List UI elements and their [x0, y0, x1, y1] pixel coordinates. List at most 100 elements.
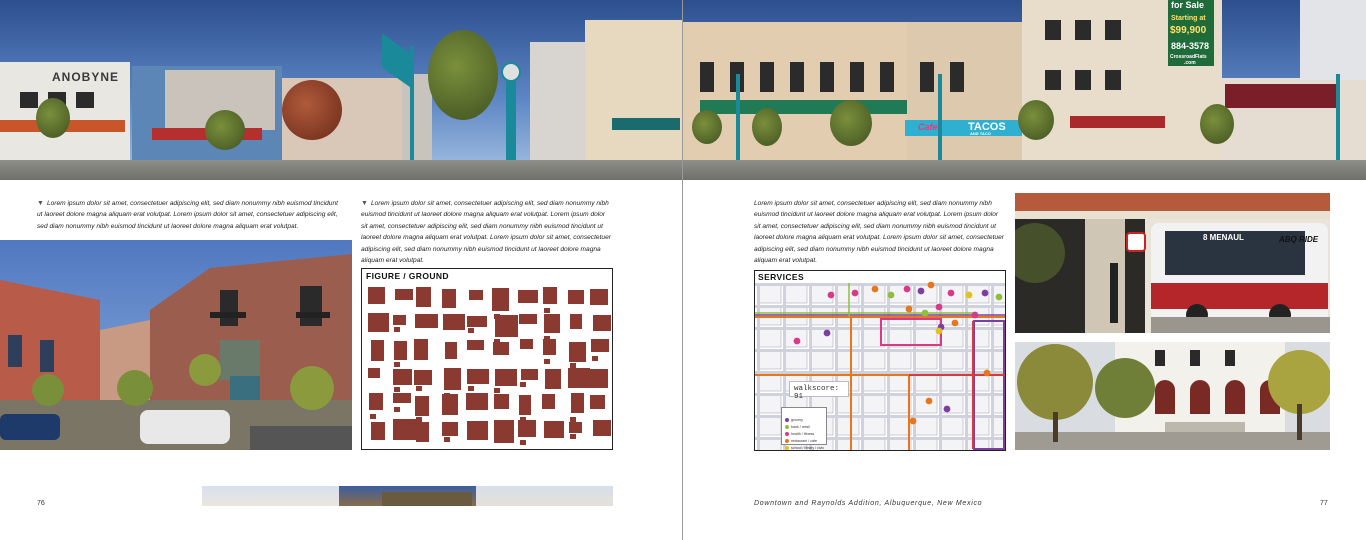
service-dot — [887, 291, 895, 299]
building-footprint — [494, 388, 500, 393]
tan-theatre-building — [682, 22, 907, 162]
city-block — [966, 350, 990, 370]
building-footprint — [593, 420, 611, 436]
building-footprint — [468, 386, 474, 391]
building-footprint — [394, 341, 407, 360]
building-footprint — [520, 382, 526, 387]
building-footprint — [568, 368, 590, 388]
service-dot — [851, 289, 859, 297]
figure-ground-map: FIGURE / GROUND — [361, 268, 613, 450]
building-footprint — [394, 387, 400, 392]
street — [757, 283, 760, 450]
building-footprint — [444, 368, 461, 390]
courtyard-apartments-photo — [0, 240, 352, 450]
building-footprint — [444, 437, 450, 442]
building-footprint — [467, 340, 484, 350]
left-paragraph-1: ▼ Lorem ipsum dolor sit amet, consectetue… — [37, 200, 338, 230]
city-block — [784, 350, 808, 370]
city-block — [862, 438, 886, 450]
city-block — [914, 284, 938, 304]
city-block — [758, 284, 782, 304]
building-footprint — [371, 340, 384, 361]
service-dot — [943, 405, 951, 413]
service-dot — [981, 289, 989, 297]
figure-ground-buildings — [368, 287, 611, 445]
left-paragraph-2: ▼ Lorem ipsum dolor sit amet, consectetue… — [361, 200, 611, 265]
cafe-sign: Cafe — [918, 122, 938, 132]
right-paragraph: Lorem ipsum dolor sit amet, consectetuer… — [754, 200, 1004, 265]
city-block — [914, 438, 938, 450]
building-footprint — [521, 369, 538, 380]
street — [835, 283, 838, 450]
building-footprint — [467, 369, 489, 384]
city-block — [758, 416, 782, 436]
building-footprint — [416, 287, 431, 307]
street — [755, 349, 1005, 352]
city-block — [758, 438, 782, 450]
city-block — [758, 328, 782, 348]
street — [965, 283, 968, 450]
street — [755, 305, 1005, 308]
service-dot — [965, 291, 973, 299]
street — [755, 371, 1005, 374]
bus-brand-logo: ABQ RIDE — [1279, 235, 1319, 244]
city-block — [758, 394, 782, 414]
building-footprint — [414, 370, 432, 385]
left-page-number: 76 — [37, 500, 45, 507]
building-footprint — [442, 422, 458, 436]
service-dot — [909, 417, 917, 425]
building-footprint — [466, 393, 488, 410]
building-footprint — [590, 289, 608, 305]
services-map: SERVICES walkscore: 91 grocery bank / ret… — [754, 270, 1006, 451]
building-footprint — [519, 395, 531, 415]
building-footprint — [593, 315, 611, 331]
legend-label: school / library / civic — [791, 445, 825, 450]
walkscore-label: walkscore: 91 — [794, 385, 840, 401]
building-footprint — [442, 289, 456, 308]
service-dot — [935, 327, 943, 335]
building-footprint — [520, 440, 526, 445]
street — [991, 283, 994, 450]
city-block — [914, 416, 938, 436]
service-dot — [903, 285, 911, 293]
building-footprint — [544, 359, 550, 364]
for-sale-billboard: for Sale Starting at $99,900 884-3578 Cr… — [1168, 0, 1214, 66]
book-spine — [682, 0, 683, 540]
service-dot — [935, 303, 943, 311]
building-footprint — [519, 314, 537, 324]
building-footprint — [571, 393, 584, 413]
service-dot — [995, 293, 1003, 301]
city-block — [836, 328, 860, 348]
services-legend: grocery bank / retail health / fitness rest… — [781, 407, 827, 450]
building-footprint — [393, 419, 416, 440]
service-dot — [951, 319, 959, 327]
building-footprint — [394, 407, 400, 412]
city-block — [914, 350, 938, 370]
city-block — [940, 438, 964, 450]
building-footprint — [445, 342, 457, 359]
building-footprint — [414, 339, 428, 360]
legend-item: grocery — [785, 411, 803, 422]
city-block — [784, 284, 808, 304]
legend-item: restaurant / cafe — [785, 432, 817, 443]
building-footprint — [415, 396, 429, 416]
legend-item: bank / retail — [785, 418, 810, 429]
building-footprint — [393, 369, 412, 385]
city-block — [836, 350, 860, 370]
building-footprint — [492, 288, 509, 311]
city-block — [888, 416, 912, 436]
panorama-thumbnail-strip — [202, 486, 613, 506]
building-footprint — [495, 315, 518, 337]
service-dot — [827, 291, 835, 299]
building-footprint — [469, 290, 483, 300]
city-block — [966, 328, 990, 348]
building-footprint — [368, 313, 389, 332]
building-footprint — [544, 421, 564, 438]
city-block — [888, 394, 912, 414]
service-dot — [971, 311, 979, 319]
service-dot — [917, 287, 925, 295]
city-block — [862, 350, 886, 370]
city-block — [862, 416, 886, 436]
building-footprint — [393, 393, 411, 403]
legend-swatch-icon — [785, 445, 789, 450]
